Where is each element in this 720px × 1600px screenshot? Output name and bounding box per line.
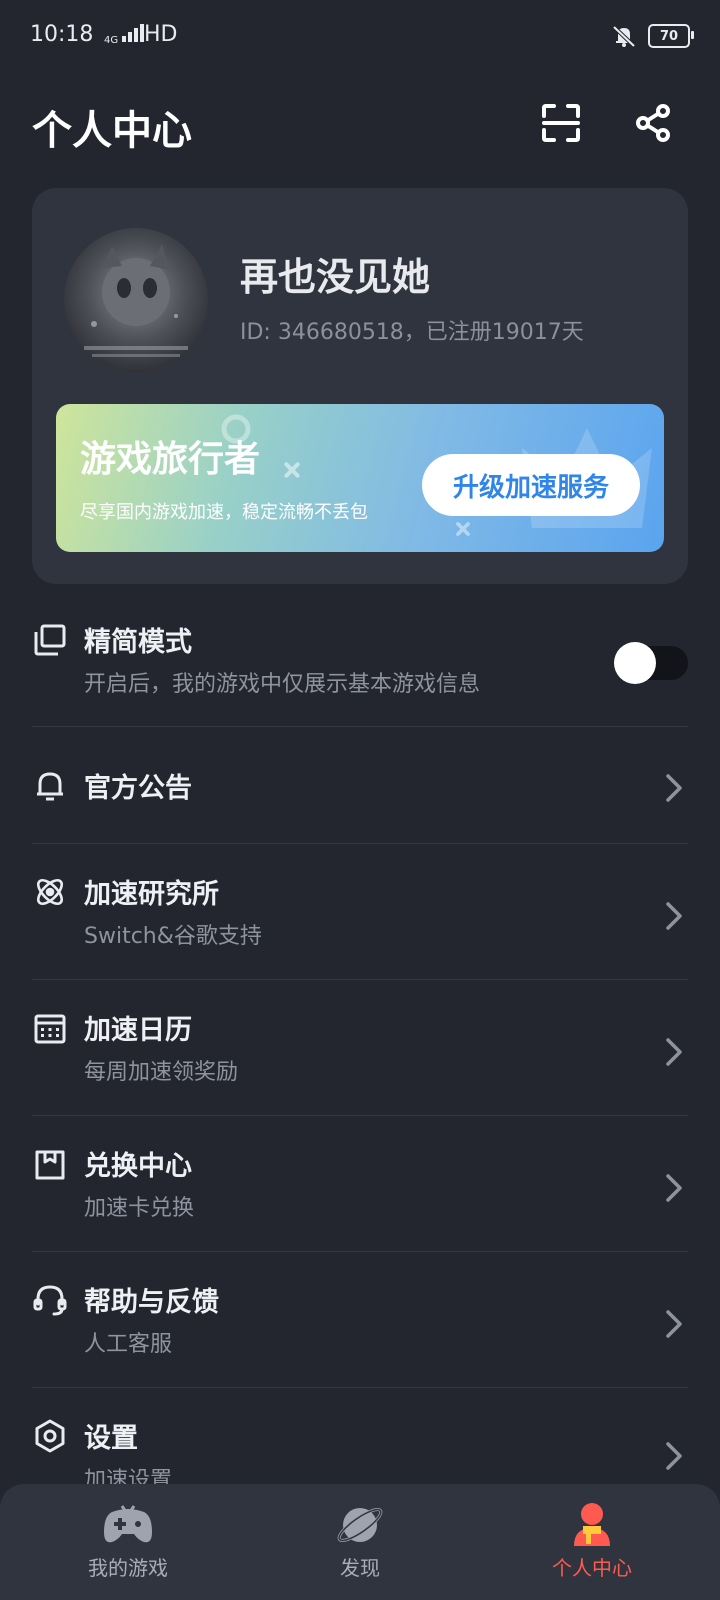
- gamepad-icon: [104, 1505, 152, 1543]
- menu-item-title: 设置: [84, 1423, 138, 1454]
- signal-icon: 4G: [104, 24, 146, 46]
- vip-title: 游戏旅行者: [80, 439, 261, 480]
- status-bar: 10:18 4G HD 70: [0, 0, 720, 72]
- menu-item-subtitle: 人工客服: [84, 1332, 173, 1357]
- menu-item-subtitle: Switch&谷歌支持: [84, 924, 262, 949]
- calendar-icon: [34, 1014, 66, 1044]
- headset-icon: [33, 1285, 67, 1316]
- nav-label: 我的游戏: [88, 1556, 168, 1580]
- nav-label: 发现: [340, 1556, 380, 1580]
- scan-icon: [542, 104, 580, 142]
- menu-item-title: 加速日历: [84, 1015, 192, 1046]
- nav-my-games[interactable]: 我的游戏: [28, 1484, 228, 1600]
- decor-cross: [284, 462, 300, 478]
- bottom-nav: 我的游戏 发现 个人中心: [0, 1484, 720, 1600]
- menu-item-title: 兑换中心: [84, 1151, 192, 1182]
- menu-item-calendar[interactable]: 加速日历 每周加速领奖励: [32, 1010, 688, 1090]
- divider: [32, 843, 688, 844]
- gift-box-icon: [35, 1150, 65, 1180]
- divider: [32, 1387, 688, 1388]
- divider: [32, 979, 688, 980]
- status-hd: HD: [144, 22, 178, 47]
- upgrade-button[interactable]: 升级加速服务: [422, 454, 640, 516]
- person-icon: [574, 1503, 610, 1546]
- share-button[interactable]: [630, 100, 676, 146]
- menu-item-redeem[interactable]: 兑换中心 加速卡兑换: [32, 1146, 688, 1226]
- divider: [32, 1115, 688, 1116]
- scan-button[interactable]: [538, 100, 584, 146]
- nav-profile[interactable]: 个人中心: [492, 1484, 692, 1600]
- chevron-right-icon: [666, 1310, 682, 1338]
- menu-item-announcements[interactable]: 官方公告: [32, 768, 688, 808]
- user-id-info: ID: 346680518，已注册19017天: [240, 320, 584, 345]
- status-right: 70: [610, 24, 694, 48]
- page-title: 个人中心: [32, 108, 192, 154]
- simple-mode-row: 精简模式 开启后，我的游戏中仅展示基本游戏信息: [32, 622, 688, 702]
- decor-cross-small: [456, 522, 470, 536]
- bell-icon: [37, 772, 63, 801]
- menu-item-subtitle: 每周加速领奖励: [84, 1060, 239, 1085]
- menu-item-help[interactable]: 帮助与反馈 人工客服: [32, 1282, 688, 1362]
- simple-mode-toggle[interactable]: [614, 642, 688, 684]
- menu-item-lab[interactable]: 加速研究所 Switch&谷歌支持: [32, 874, 688, 954]
- battery-level: 70: [659, 28, 679, 44]
- atom-icon: [36, 878, 64, 906]
- simple-mode-subtitle: 开启后，我的游戏中仅展示基本游戏信息: [84, 672, 481, 697]
- simple-mode-title: 精简模式: [84, 627, 192, 658]
- divider: [32, 726, 688, 727]
- chevron-right-icon: [666, 1174, 682, 1202]
- layers-icon: [34, 624, 66, 656]
- status-time: 10:18: [30, 22, 94, 47]
- menu-item-subtitle: 加速卡兑换: [84, 1196, 195, 1221]
- avatar-image: [84, 244, 188, 357]
- planet-icon: [337, 1508, 383, 1542]
- nav-discover[interactable]: 发现: [260, 1484, 460, 1600]
- chevron-right-icon: [666, 902, 682, 930]
- menu-item-title: 帮助与反馈: [84, 1287, 219, 1318]
- chevron-right-icon: [666, 1038, 682, 1066]
- settings-hex-icon: [35, 1419, 65, 1453]
- network-type: 4G: [104, 35, 119, 46]
- mute-bell-icon: [612, 25, 636, 48]
- avatar[interactable]: [64, 228, 208, 372]
- toggle-knob: [614, 642, 656, 684]
- share-icon: [636, 104, 670, 142]
- chevron-right-icon: [666, 1442, 682, 1470]
- menu-item-title: 官方公告: [84, 773, 192, 804]
- battery-icon: 70: [648, 24, 694, 48]
- vip-banner[interactable]: 游戏旅行者 尽享国内游戏加速，稳定流畅不丢包 升级加速服务: [56, 404, 664, 552]
- menu-item-title: 加速研究所: [84, 879, 219, 910]
- profile-card: 再也没见她 ID: 346680518，已注册19017天 游戏旅行者 尽享国内…: [32, 188, 688, 584]
- chevron-right-icon: [666, 774, 682, 802]
- divider: [32, 1251, 688, 1252]
- username: 再也没见她: [240, 255, 431, 299]
- vip-description: 尽享国内游戏加速，稳定流畅不丢包: [80, 502, 368, 523]
- nav-label: 个人中心: [552, 1556, 632, 1580]
